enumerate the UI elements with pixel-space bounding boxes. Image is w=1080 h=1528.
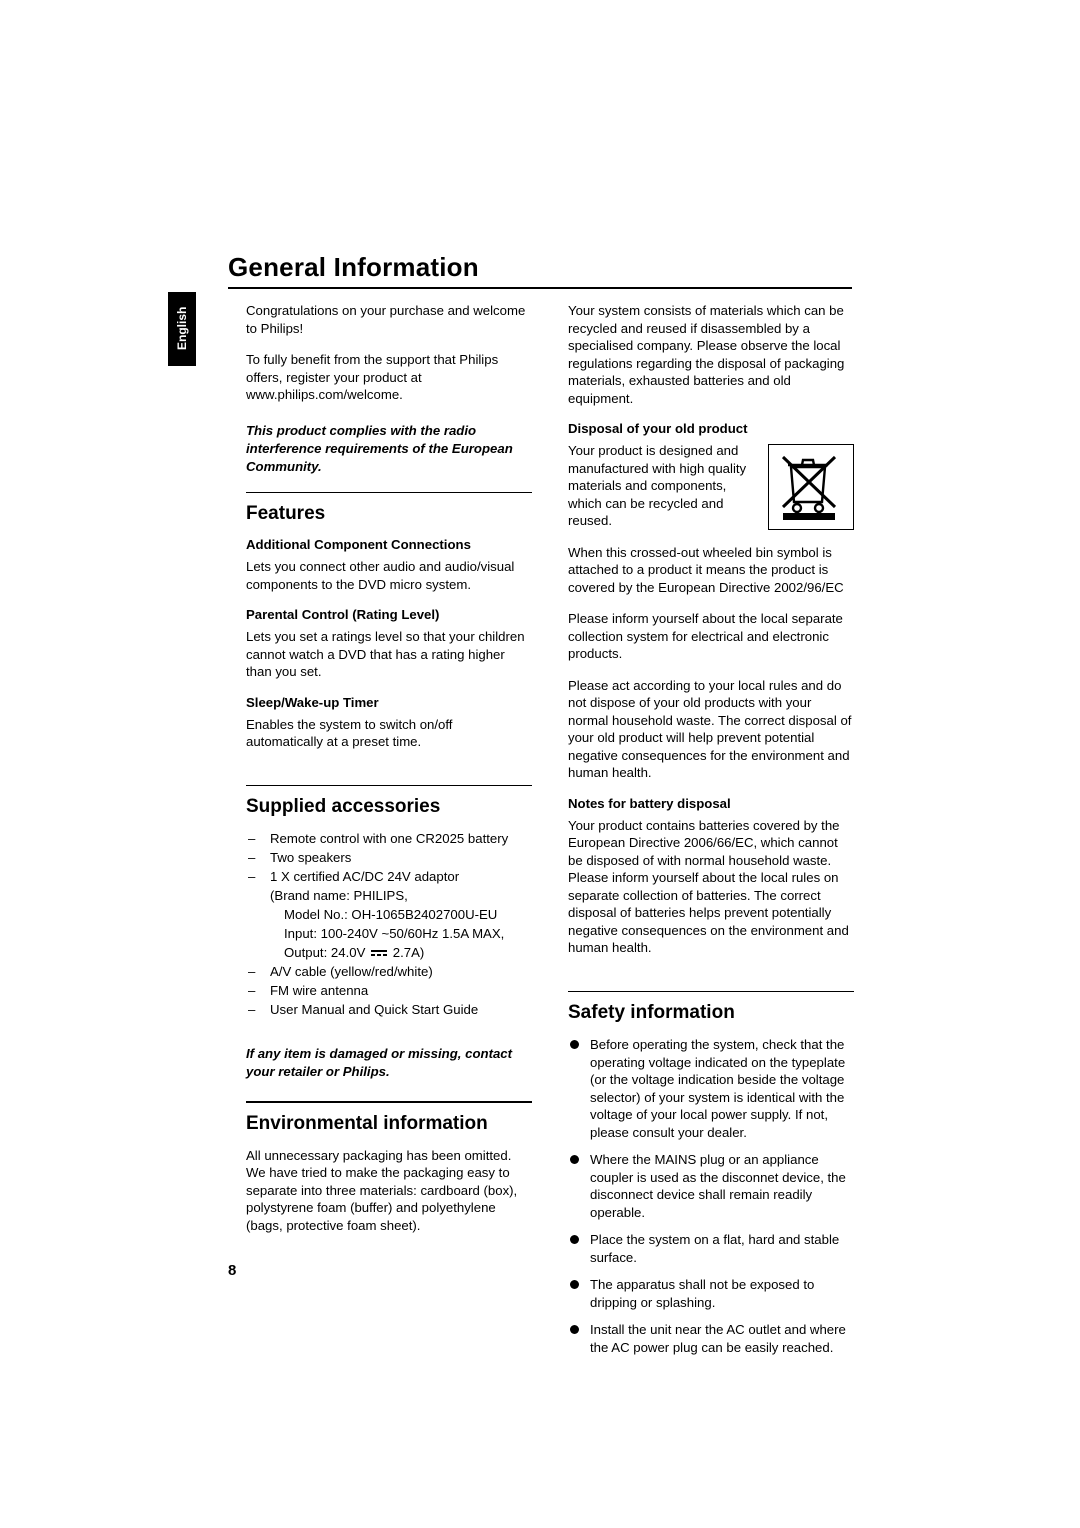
list-item-detail: Input: 100-240V ~50/60Hz 1.5A MAX, xyxy=(246,925,532,943)
bullet-icon xyxy=(570,1325,579,1334)
accessory-5: User Manual and Quick Start Guide xyxy=(270,1002,479,1017)
list-item: Install the unit near the AC outlet and … xyxy=(568,1321,854,1356)
features-heading: Features xyxy=(246,503,326,524)
safety-list: Before operating the system, check that … xyxy=(568,1036,854,1356)
page-title: General Information xyxy=(228,252,479,282)
adaptor-detail-3: Input: 100-240V ~50/60Hz 1.5A MAX, xyxy=(284,926,505,941)
list-item: – Two speakers xyxy=(246,849,532,867)
list-item-detail: (Brand name: PHILIPS, xyxy=(246,887,532,905)
language-tab-label: English xyxy=(175,306,189,350)
list-item-detail: Output: 24.0V 2.7A) xyxy=(246,944,532,962)
feature-title-1: Parental Control (Rating Level) xyxy=(246,607,440,622)
right-column: Your system consists of materials which … xyxy=(568,302,854,1366)
disposal-heading: Disposal of your old product xyxy=(568,421,748,436)
accessory-3: A/V cable (yellow/red/white) xyxy=(270,964,433,979)
list-item: Before operating the system, check that … xyxy=(568,1036,854,1141)
bullet-icon xyxy=(570,1155,579,1164)
feature-body-0: Lets you connect other audio and audio/v… xyxy=(246,559,515,592)
page-number: 8 xyxy=(228,1262,237,1279)
disposal-paragraph-2: When this crossed-out wheeled bin symbol… xyxy=(568,544,844,595)
accessory-2: 1 X certified AC/DC 24V adaptor xyxy=(270,869,460,884)
dash-marker: – xyxy=(248,869,256,884)
language-tab: English xyxy=(168,292,196,366)
battery-disposal-body: Your product contains batteries covered … xyxy=(568,817,849,956)
safety-heading: Safety information xyxy=(568,1002,735,1023)
accessories-list: – Remote control with one CR2025 battery … xyxy=(246,830,532,1019)
adaptor-detail-2: Model No.: OH-1065B2402700U-EU xyxy=(284,907,498,922)
safety-item-4: Install the unit near the AC outlet and … xyxy=(590,1322,846,1355)
adaptor-detail-1: (Brand name: PHILIPS, xyxy=(270,888,408,903)
dash-marker: – xyxy=(248,983,256,998)
battery-disposal-heading: Notes for battery disposal xyxy=(568,795,731,811)
list-item: – Remote control with one CR2025 battery xyxy=(246,830,532,848)
adaptor-detail-4-pre: Output: 24.0V xyxy=(284,945,366,960)
feature-body-1: Lets you set a ratings level so that you… xyxy=(246,629,525,679)
bullet-icon xyxy=(570,1040,579,1049)
accessory-4: FM wire antenna xyxy=(270,983,369,998)
dc-voltage-icon xyxy=(371,948,388,959)
bullet-icon xyxy=(570,1235,579,1244)
feature-body-2: Enables the system to switch on/off auto… xyxy=(246,716,453,750)
safety-item-3: The apparatus shall not be exposed to dr… xyxy=(590,1277,815,1310)
title-divider xyxy=(228,287,852,289)
compliance-note: This product complies with the radio int… xyxy=(246,422,513,474)
document-page: General Information English Congratulati… xyxy=(0,0,1080,1528)
safety-item-0: Before operating the system, check that … xyxy=(590,1037,846,1140)
intro-paragraph-1: Congratulations on your purchase and wel… xyxy=(246,303,526,336)
feature-title-2: Sleep/Wake-up Timer xyxy=(246,694,379,710)
list-item: – FM wire antenna xyxy=(246,982,532,1000)
feature-title-0: Additional Component Connections xyxy=(246,537,471,552)
left-column: Congratulations on your purchase and wel… xyxy=(246,302,532,1248)
list-item: – User Manual and Quick Start Guide xyxy=(246,1001,532,1019)
list-item-detail: Model No.: OH-1065B2402700U-EU xyxy=(246,906,532,924)
damaged-item-note: If any item is damaged or missing, conta… xyxy=(246,1046,513,1079)
intro-paragraph-2: To fully benefit from the support that P… xyxy=(246,352,499,402)
crossed-out-wheeled-bin-icon xyxy=(768,444,854,530)
dash-marker: – xyxy=(248,1002,256,1017)
environmental-body: All unnecessary packaging has been omitt… xyxy=(246,1147,518,1233)
list-item: Where the MAINS plug or an appliance cou… xyxy=(568,1151,854,1221)
dash-marker: – xyxy=(248,850,256,865)
adaptor-detail-4-post: 2.7A) xyxy=(392,945,425,960)
accessory-1: Two speakers xyxy=(270,850,352,865)
disposal-paragraph-4: Please act according to your local rules… xyxy=(568,677,852,781)
list-item: – A/V cable (yellow/red/white) xyxy=(246,963,532,981)
environmental-heading: Environmental information xyxy=(246,1112,488,1134)
list-item: Place the system on a flat, hard and sta… xyxy=(568,1231,854,1266)
recycle-intro: Your system consists of materials which … xyxy=(568,303,845,406)
dash-marker: – xyxy=(248,831,256,846)
bullet-icon xyxy=(570,1280,579,1289)
safety-item-1: Where the MAINS plug or an appliance cou… xyxy=(590,1152,846,1220)
dash-marker: – xyxy=(248,964,256,979)
accessories-heading: Supplied accessories xyxy=(246,796,441,817)
accessory-0: Remote control with one CR2025 battery xyxy=(270,831,509,846)
list-item: –1 X certified AC/DC 24V adaptor xyxy=(246,868,532,886)
safety-item-2: Place the system on a flat, hard and sta… xyxy=(590,1232,840,1265)
disposal-paragraph-3: Please inform yourself about the local s… xyxy=(568,611,843,661)
list-item: The apparatus shall not be exposed to dr… xyxy=(568,1276,854,1311)
